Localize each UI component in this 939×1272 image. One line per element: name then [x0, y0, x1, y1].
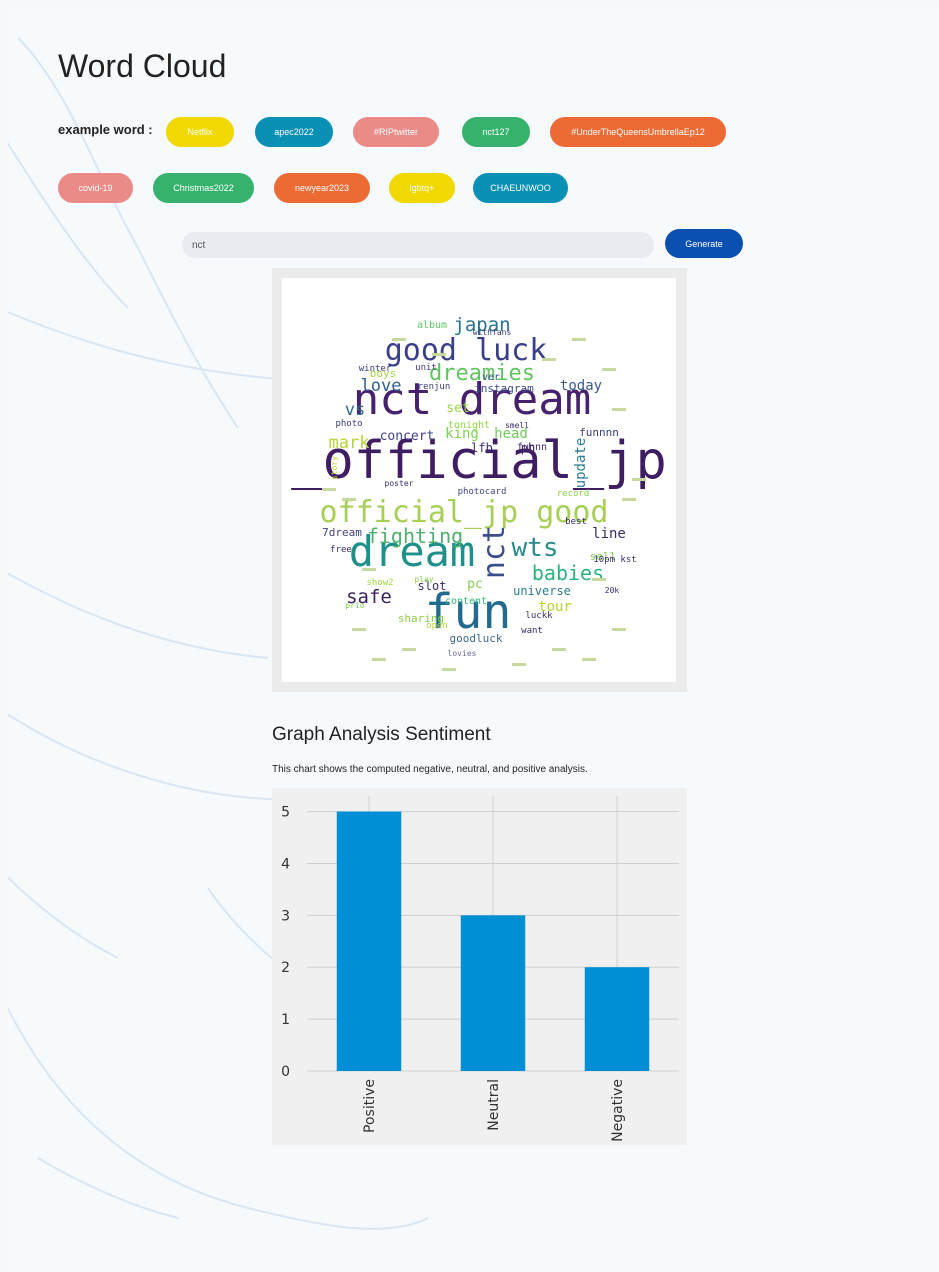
word-cloud-word: tonight: [448, 420, 490, 431]
app-frame: Word Cloud example word : Netflix apec20…: [8, 8, 939, 1272]
y-tick-label: 3: [281, 908, 290, 924]
word-cloud-filler: [612, 628, 626, 631]
word-cloud-word: wts: [512, 533, 559, 563]
y-tick-label: 4: [281, 856, 290, 872]
bar-negative: [584, 967, 650, 1071]
word-cloud-filler: [342, 498, 356, 501]
word-cloud-canvas: _official_jp nct dream official_jp good dre…: [282, 278, 676, 682]
word-cloud-word: play: [414, 575, 433, 584]
word-cloud-filler: [592, 578, 606, 581]
word-cloud-word: ph: [521, 441, 535, 455]
word-cloud-word: mark: [329, 433, 370, 453]
example-tag-chaeunwoo[interactable]: CHAEUNWOO: [473, 173, 568, 203]
x-tick-label: Positive: [362, 1079, 378, 1133]
y-tick-label: 2: [281, 960, 290, 976]
example-tag-riptwitter[interactable]: #RIPtwitter: [353, 117, 439, 147]
word-cloud-filler: [372, 658, 386, 661]
word-cloud-filler: [432, 353, 446, 356]
word-cloud-word: instagram: [474, 382, 534, 395]
word-cloud-word: luckk: [525, 611, 553, 621]
word-cloud-word: pc: [467, 577, 483, 592]
page-title: Word Cloud: [58, 48, 227, 84]
word-cloud-word: universe: [513, 584, 571, 598]
word-cloud-word: withfans: [473, 328, 512, 337]
word-cloud-word: content: [445, 596, 487, 607]
bar-neutral: [460, 915, 526, 1071]
example-tag-covid19[interactable]: covid-19: [58, 173, 133, 203]
word-cloud-word: prio: [345, 601, 364, 610]
word-cloud-word: concert: [380, 429, 435, 444]
word-cloud-word: best: [565, 517, 587, 527]
word-cloud-word: ver: [482, 372, 500, 383]
word-cloud-word: today: [560, 378, 602, 394]
word-cloud-word: story: [330, 456, 339, 480]
example-tag-apec2022[interactable]: apec2022: [255, 117, 333, 147]
sentiment-chart: 0 1 2 3 4 5 Positive Neutral Negative: [272, 788, 687, 1145]
word-cloud-word: 20k: [605, 586, 620, 595]
bar-positive: [336, 811, 402, 1071]
y-tick-label: 0: [281, 1064, 290, 1080]
word-cloud-filler: [362, 568, 376, 571]
word-cloud-word: 7dream: [322, 526, 362, 539]
word-cloud-filler: [322, 488, 336, 491]
word-cloud-word: goodluck: [450, 632, 503, 645]
word-cloud-filler: [612, 408, 626, 411]
word-cloud-word: nct: [477, 525, 512, 579]
word-cloud-filler: [572, 338, 586, 341]
word-cloud-word: set: [446, 401, 469, 416]
word-cloud-filler: [632, 478, 646, 481]
example-tag-underthequeensumbrella[interactable]: #UnderTheQueensUmbrellaEp12: [550, 117, 726, 147]
word-cloud-word: poster: [385, 479, 414, 488]
word-cloud-word: lfb: [471, 441, 493, 455]
example-tag-lgbtq[interactable]: lgbtq+: [389, 173, 455, 203]
word-cloud-filler: [442, 668, 456, 671]
word-cloud-filler: [512, 663, 526, 666]
word-cloud-filler: [552, 648, 566, 651]
word-cloud-filler: [602, 368, 616, 371]
word-cloud-word: photo: [335, 419, 362, 429]
word-cloud-word: funnnn: [579, 426, 619, 439]
word-cloud-word: vs: [345, 400, 365, 420]
search-input[interactable]: [182, 232, 654, 258]
word-cloud-word: free: [330, 545, 352, 555]
word-cloud-word: update: [573, 438, 589, 489]
word-cloud-word: 10pm kst: [593, 555, 636, 565]
word-cloud-word: record: [557, 489, 590, 499]
word-cloud-word: lovies: [448, 649, 477, 658]
y-tick-label: 1: [281, 1012, 290, 1028]
word-cloud-filler: [622, 498, 636, 501]
word-cloud-word: album: [417, 320, 447, 331]
sentiment-bar-chart: 0 1 2 3 4 5 Positive Neutral Negative: [281, 796, 679, 1142]
example-tag-newyear2023[interactable]: newyear2023: [274, 173, 370, 203]
word-cloud-filler: [402, 648, 416, 651]
word-cloud-word: smell: [505, 421, 529, 430]
word-cloud-word: photocard: [458, 487, 507, 497]
word-cloud-frame: _official_jp nct dream official_jp good dre…: [272, 268, 687, 692]
word-cloud-filler: [542, 358, 556, 361]
word-cloud-filler: [392, 338, 406, 341]
y-tick-label: 5: [281, 805, 290, 821]
word-cloud-word: want: [521, 626, 543, 636]
word-cloud-word: line: [592, 526, 626, 542]
word-cloud-word: fighting: [367, 524, 463, 548]
example-tag-christmas2022[interactable]: Christmas2022: [153, 173, 254, 203]
word-cloud-filler: [582, 658, 596, 661]
word-cloud-word: winter: [359, 364, 392, 374]
example-tag-nct127[interactable]: nct127: [462, 117, 530, 147]
sentiment-description: This chart shows the computed negative, …: [272, 764, 588, 775]
x-tick-label: Negative: [610, 1079, 626, 1142]
word-cloud-word: renjun: [418, 382, 451, 392]
generate-button[interactable]: Generate: [665, 229, 743, 258]
example-word-label: example word :: [58, 122, 153, 137]
word-cloud-word: open: [426, 621, 448, 631]
word-cloud-image: _official_jpnct dreamofficial_jp gooddre…: [291, 314, 667, 671]
word-cloud-word: unit: [415, 363, 437, 373]
word-cloud-word: show2: [366, 578, 393, 588]
x-tick-label: Neutral: [486, 1079, 502, 1131]
sentiment-title: Graph Analysis Sentiment: [272, 724, 491, 745]
example-tag-netflix[interactable]: Netflix: [166, 117, 234, 147]
word-cloud-filler: [352, 628, 366, 631]
